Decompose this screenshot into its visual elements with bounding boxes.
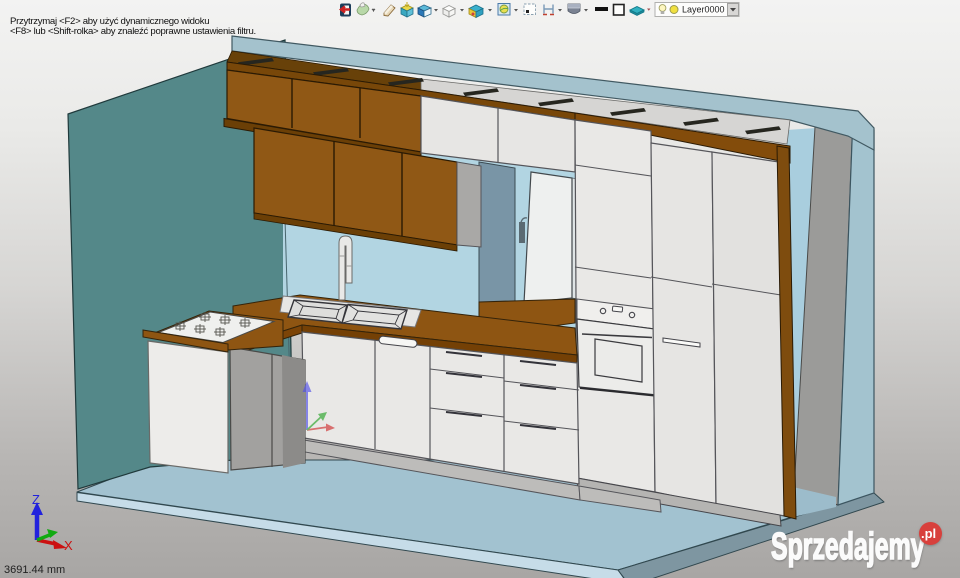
svg-text:X: X bbox=[64, 538, 73, 553]
svg-text:Layer0000: Layer0000 bbox=[682, 5, 725, 15]
svg-text:Z: Z bbox=[32, 492, 40, 507]
